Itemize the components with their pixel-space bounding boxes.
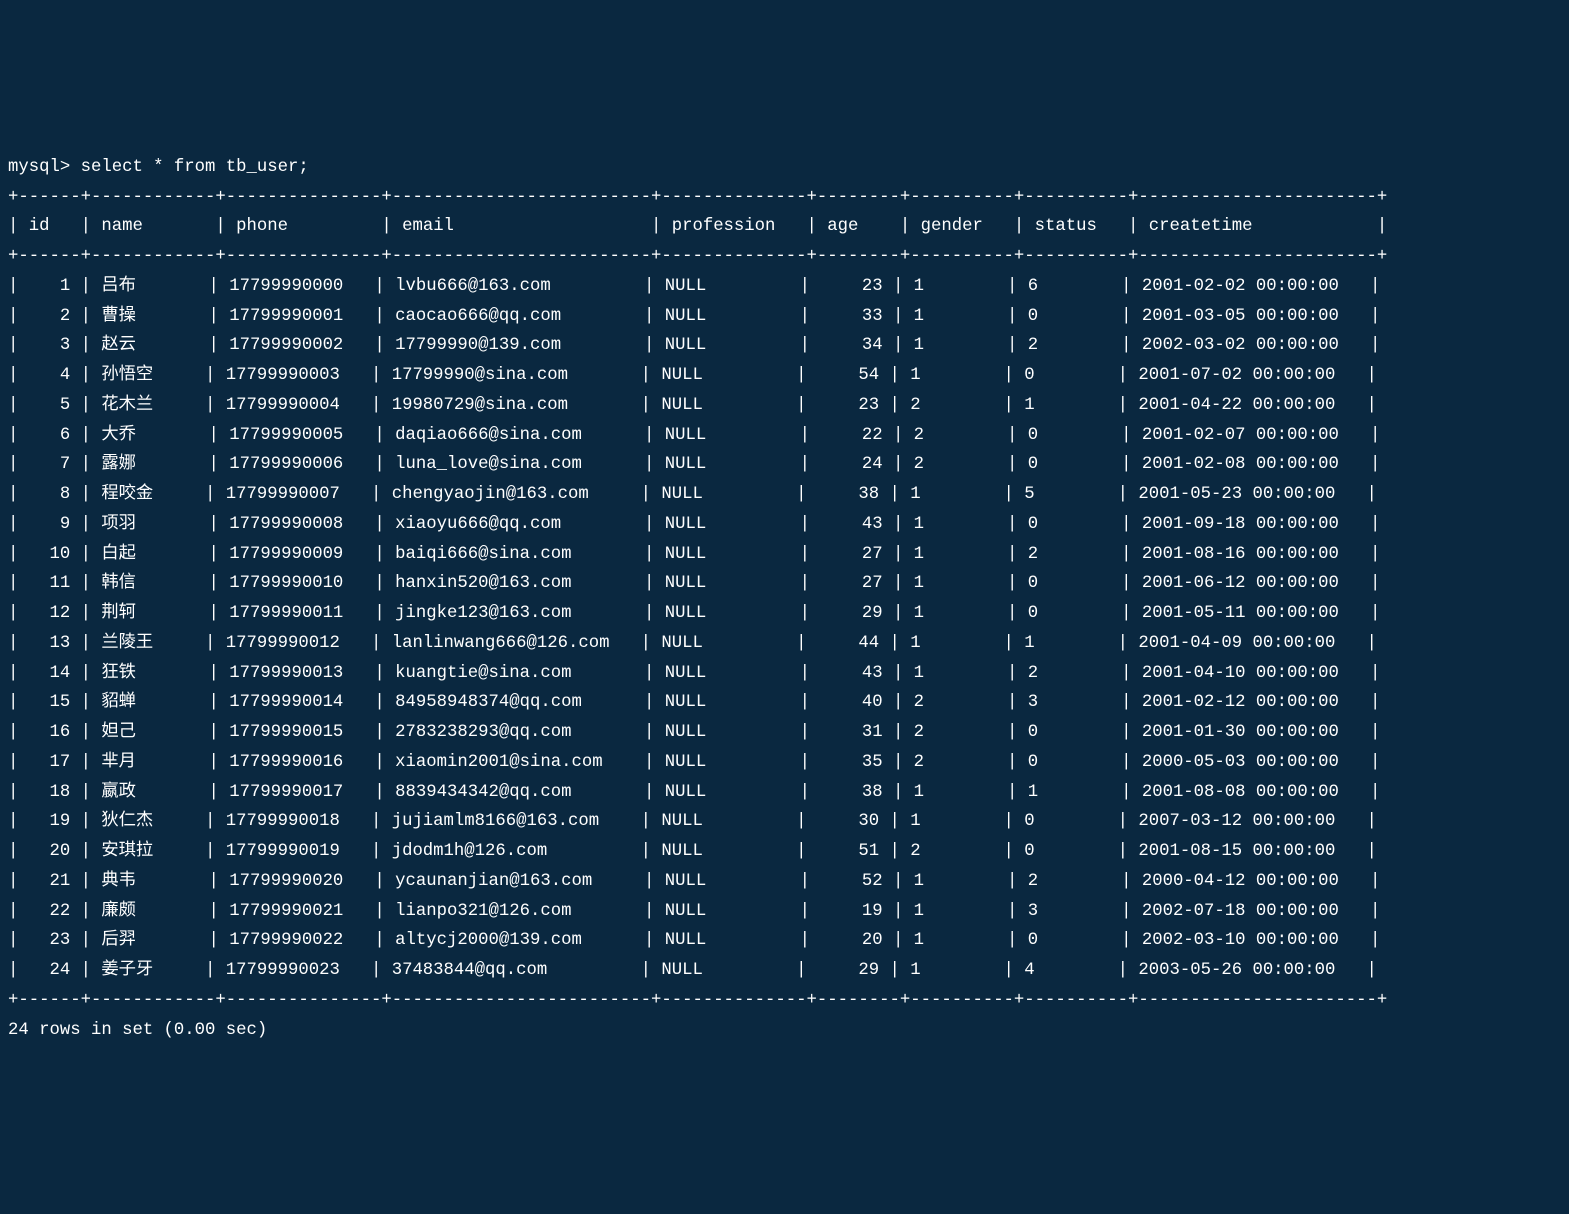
mysql-terminal[interactable]: mysql> select * from tb_user; +------+--… <box>0 149 1569 1066</box>
result-table: +------+------------+---------------+---… <box>8 188 1387 1010</box>
mysql-prompt: mysql> <box>8 158 81 177</box>
result-footer: 24 rows in set (0.00 sec) <box>8 1021 267 1040</box>
sql-query: select * from tb_user; <box>81 158 309 177</box>
